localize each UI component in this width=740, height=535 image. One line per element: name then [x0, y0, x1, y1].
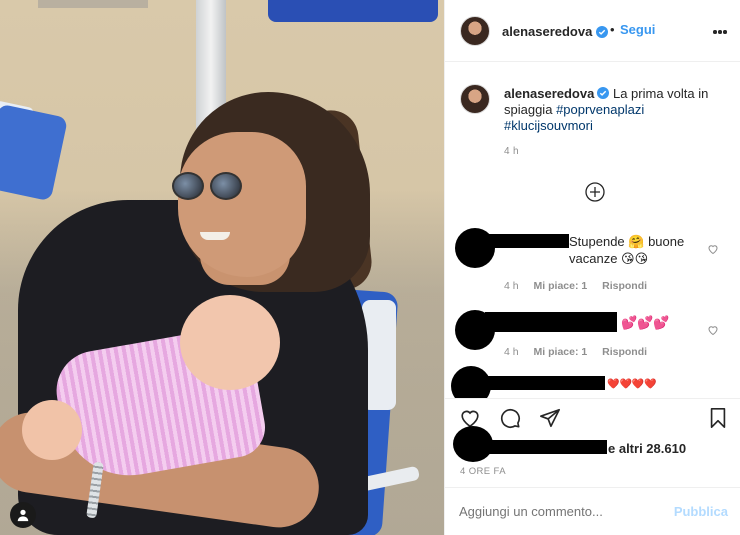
- comment-time: 4 h: [504, 280, 519, 292]
- comment-text: 💕💕💕: [621, 315, 670, 330]
- comment-text: Stupende 🤗 buone vacanze 😘😘: [569, 234, 685, 266]
- comment-likes[interactable]: Mi piace: 1: [534, 346, 588, 358]
- redacted-username: [485, 312, 617, 332]
- post-photo[interactable]: [0, 0, 444, 535]
- likes-count[interactable]: e altri 28.610: [608, 441, 686, 456]
- comment-input[interactable]: [459, 504, 659, 519]
- sunglasses: [172, 172, 244, 202]
- comment-likes[interactable]: Mi piace: 1: [534, 280, 588, 292]
- caption-time: 4 h: [504, 146, 519, 157]
- comment-time: 4 h: [504, 346, 519, 358]
- comment-text: ❤️❤️❤️❤️: [607, 379, 657, 390]
- likes-row: e altri 28.610: [445, 426, 740, 464]
- header-separator: •: [610, 22, 615, 37]
- baby-head: [180, 295, 280, 390]
- share-icon[interactable]: [539, 407, 561, 429]
- comment-meta: 4 h Mi piace: 1 Rispondi: [504, 346, 659, 358]
- reply-button[interactable]: Rispondi: [602, 280, 647, 292]
- background-lounger: [38, 0, 148, 8]
- verified-icon: [597, 87, 610, 99]
- background-blue-lounger: [268, 0, 438, 22]
- add-comment-bar: Pubblica: [445, 487, 740, 535]
- comment-like-icon[interactable]: [707, 324, 719, 336]
- caption-username[interactable]: alenaseredova: [504, 86, 594, 101]
- left-chair: [0, 103, 69, 202]
- more-options-icon[interactable]: [713, 30, 727, 34]
- comment-item: ❤️❤️❤️❤️: [445, 366, 740, 398]
- comment-icon[interactable]: [499, 407, 521, 429]
- save-icon[interactable]: [707, 407, 729, 429]
- redacted-username: [481, 376, 605, 390]
- header-username[interactable]: alenaseredova: [502, 24, 592, 39]
- avatar[interactable]: [460, 16, 490, 46]
- smile: [200, 232, 230, 240]
- verified-icon: [593, 24, 608, 42]
- follow-button[interactable]: Segui: [620, 22, 655, 37]
- comment-meta: 4 h Mi piace: 1 Rispondi: [504, 280, 659, 292]
- publish-button[interactable]: Pubblica: [674, 504, 728, 519]
- redacted-username: [485, 440, 607, 454]
- post-header: alenaseredova • Segui: [445, 0, 740, 62]
- user-tag-icon[interactable]: [10, 502, 36, 528]
- post-timestamp: 4 ORE FA: [460, 466, 506, 477]
- reply-button[interactable]: Rispondi: [602, 346, 647, 358]
- hashtag-link[interactable]: #klucijsouvmori: [504, 118, 593, 133]
- comment-like-icon[interactable]: [707, 243, 719, 255]
- baby-leg: [22, 400, 82, 460]
- post-side-panel: alenaseredova • Segui alenaseredova La p…: [444, 0, 740, 535]
- hashtag-link[interactable]: #poprvenaplazi: [556, 102, 644, 117]
- load-more-icon[interactable]: [585, 182, 605, 202]
- avatar[interactable]: [460, 84, 490, 114]
- caption-text: alenaseredova La prima volta in spiaggia…: [504, 86, 726, 134]
- redacted-username: [485, 234, 569, 248]
- face: [178, 132, 306, 277]
